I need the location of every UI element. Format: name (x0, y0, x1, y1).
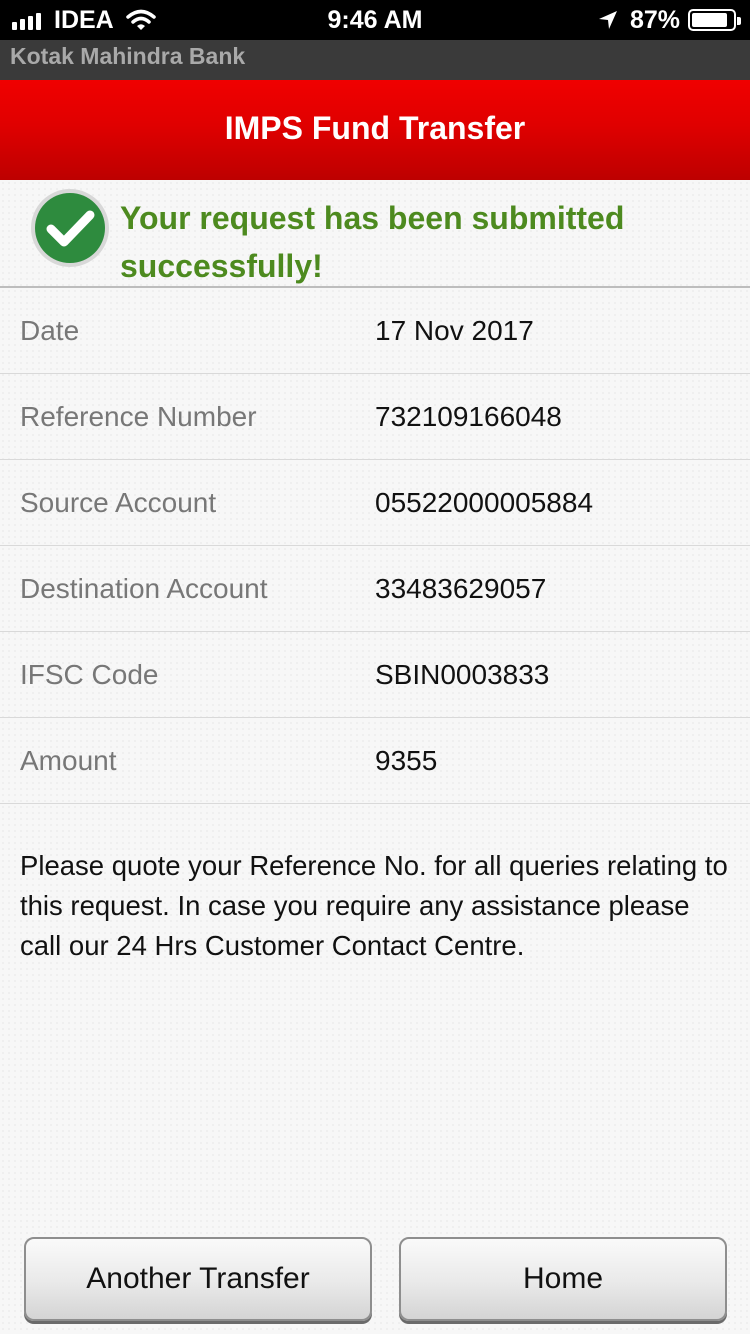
detail-value: 732109166048 (375, 401, 562, 432)
detail-row-ifsc-code: IFSC Code SBIN0003833 (0, 632, 750, 718)
detail-row-reference-number: Reference Number 732109166048 (0, 374, 750, 460)
detail-row-amount: Amount 9355 (0, 718, 750, 804)
success-message: Your request has been submitted successf… (120, 200, 625, 284)
detail-label: Reference Number (20, 401, 257, 432)
detail-label: IFSC Code (20, 659, 159, 690)
status-right: 87% (598, 5, 741, 34)
battery-level (692, 13, 727, 27)
detail-label: Date (20, 315, 80, 346)
home-button[interactable]: Home (399, 1237, 727, 1321)
detail-value: 05522000005884 (375, 487, 594, 518)
status-bar: IDEA 9:46 AM 87% (0, 0, 750, 40)
page-title: IMPS Fund Transfer (0, 80, 750, 180)
detail-row-date: Date 17 Nov 2017 (0, 288, 750, 374)
detail-value: SBIN0003833 (375, 659, 550, 690)
another-transfer-button[interactable]: Another Transfer (24, 1237, 372, 1321)
transfer-details: Date 17 Nov 2017 Reference Number 732109… (0, 288, 750, 804)
detail-label: Amount (20, 745, 117, 776)
detail-value: 9355 (375, 745, 438, 776)
success-banner: Your request has been submitted successf… (0, 180, 750, 288)
battery-icon (688, 9, 741, 31)
battery-percentage: 87% (629, 5, 680, 34)
success-check-icon (31, 189, 109, 267)
detail-value: 33483629057 (375, 573, 547, 604)
detail-row-destination-account: Destination Account 33483629057 (0, 546, 750, 632)
detail-label: Destination Account (20, 573, 268, 604)
detail-row-source-account: Source Account 05522000005884 (0, 460, 750, 546)
detail-label: Source Account (20, 487, 217, 518)
detail-value: 17 Nov 2017 (375, 315, 534, 346)
bank-name: Kotak Mahindra Bank (0, 40, 750, 80)
location-arrow-icon (598, 11, 617, 29)
reference-note: Please quote your Reference No. for all … (20, 850, 728, 961)
